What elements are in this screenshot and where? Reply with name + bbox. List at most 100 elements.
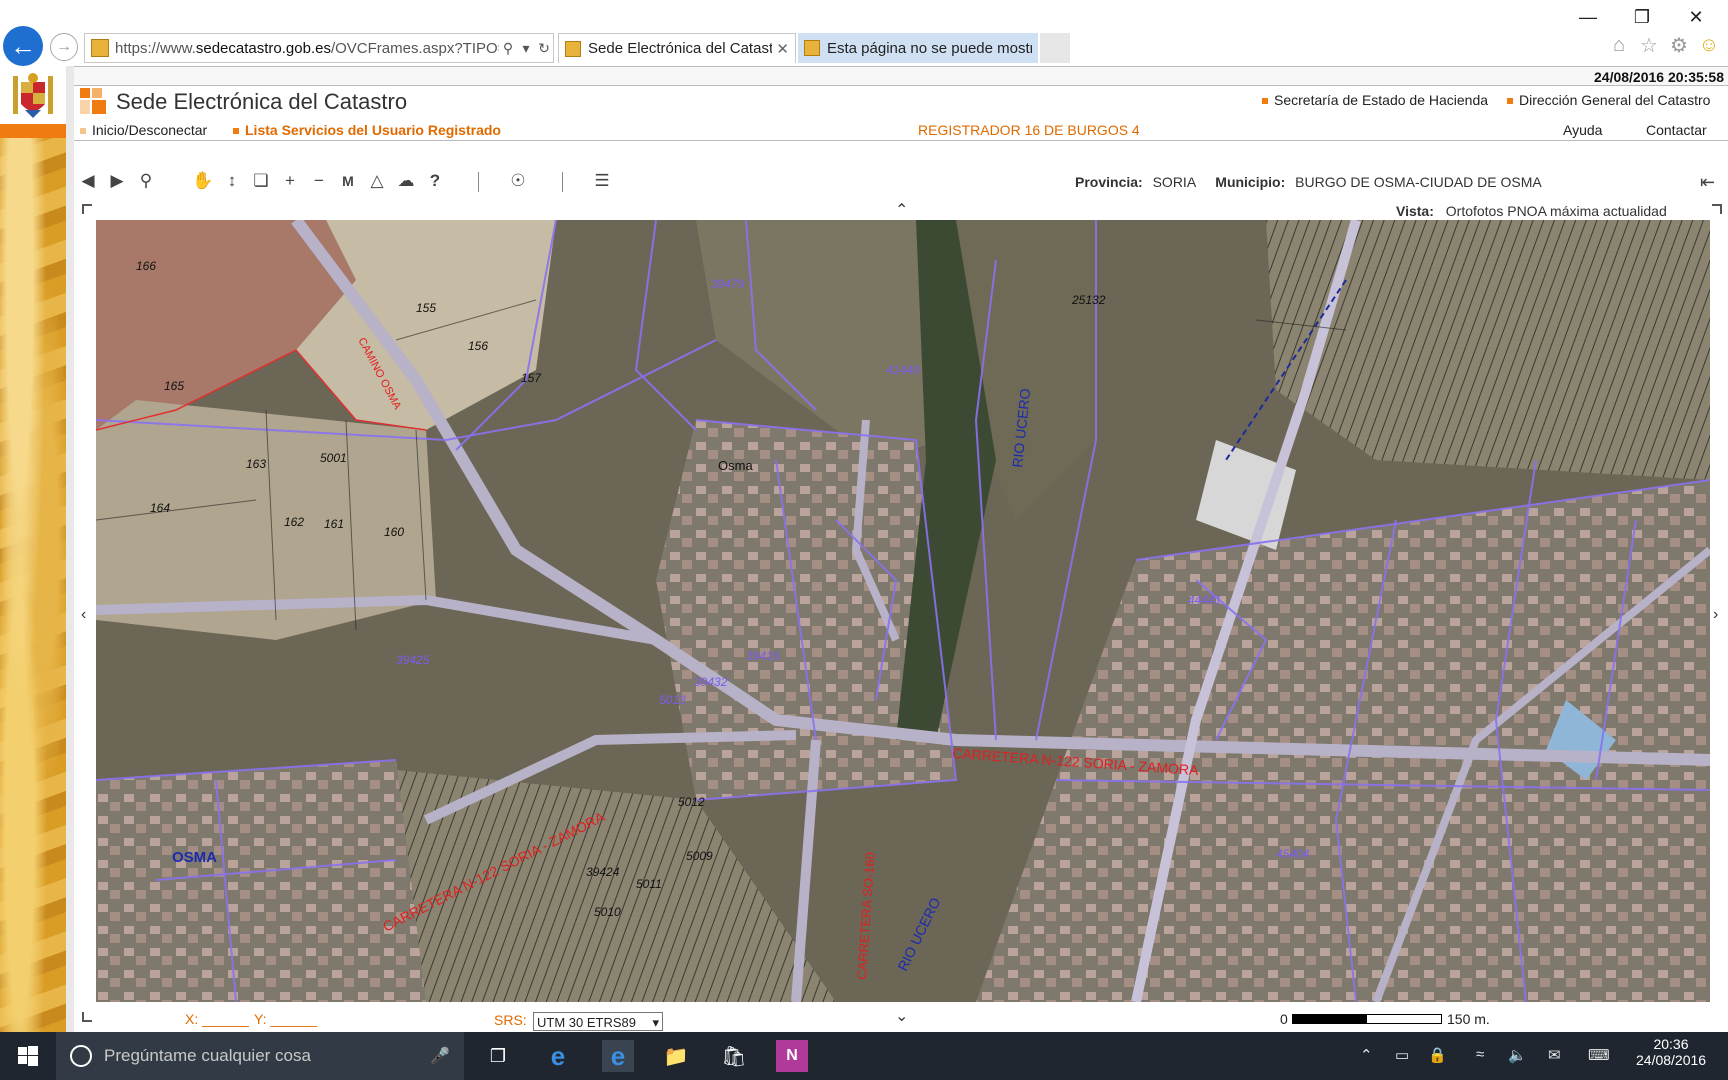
- pan-south-arrow[interactable]: ⌄: [895, 1006, 908, 1026]
- help-question-icon[interactable]: ?: [424, 170, 446, 192]
- task-view-icon[interactable]: ❐: [482, 1040, 514, 1072]
- show-hidden-icons[interactable]: ⌃: [1360, 1046, 1373, 1064]
- favorites-star-icon[interactable]: ☆: [1638, 34, 1660, 57]
- link-direccion-general[interactable]: Dirección General del Catastro: [1507, 92, 1710, 108]
- tooltip-icon[interactable]: ☁: [395, 170, 417, 192]
- parcel-label: 155: [416, 301, 436, 315]
- srs-label: SRS:: [494, 1012, 527, 1028]
- parcel-label: 5012: [678, 795, 705, 809]
- new-tab-button[interactable]: [1040, 33, 1070, 63]
- smiley-feedback-icon[interactable]: ☺: [1698, 34, 1720, 56]
- menu-login-logout[interactable]: Inicio/Desconectar: [80, 122, 207, 138]
- parcel-label: 5001: [320, 451, 347, 465]
- battery-icon[interactable]: ▭: [1395, 1046, 1409, 1064]
- volume-icon[interactable]: 🔈: [1508, 1046, 1527, 1064]
- forward-button[interactable]: →: [50, 33, 78, 61]
- close-window-button[interactable]: ✕: [1674, 4, 1718, 30]
- pan-west-arrow[interactable]: ‹: [81, 606, 86, 624]
- cortana-icon: [70, 1045, 92, 1067]
- internet-explorer-icon[interactable]: e: [602, 1040, 634, 1072]
- parcel-label: 166: [136, 259, 156, 273]
- menu-services-list[interactable]: Lista Servicios del Usuario Registrado: [233, 122, 501, 138]
- edge-icon[interactable]: e: [542, 1040, 574, 1072]
- zoom-search-icon[interactable]: ⚲: [135, 170, 157, 192]
- refresh-icon[interactable]: ↻: [535, 40, 553, 57]
- url-text: https://www.sedecatastro.gob.es/OVCFrame…: [115, 39, 499, 57]
- tab-label: Sede Electrónica del Catastro: [588, 40, 773, 57]
- taskbar-search-box[interactable]: Pregúntame cualquier cosa 🎤: [56, 1032, 464, 1080]
- parcel-label: 39425: [396, 653, 430, 667]
- zoom-in-icon[interactable]: +: [279, 170, 301, 192]
- parcel-label: 164: [150, 501, 170, 515]
- taskbar-clock[interactable]: 20:36 24/08/2016: [1636, 1036, 1706, 1068]
- side-divider: [66, 66, 74, 1032]
- layers-icon[interactable]: ☰: [591, 170, 613, 192]
- map-corner: [82, 204, 92, 214]
- menu-help[interactable]: Ayuda: [1563, 122, 1602, 138]
- parcel-label: 39432: [694, 675, 728, 689]
- map-corner: [1712, 204, 1722, 214]
- windows-start-icon[interactable]: [12, 1040, 44, 1072]
- clock-date: 24/08/2016: [1636, 1052, 1707, 1068]
- notifications-icon[interactable]: ✉: [1548, 1046, 1561, 1064]
- home-icon[interactable]: ⌂: [1608, 34, 1630, 56]
- next-view-icon[interactable]: ▶: [106, 170, 128, 192]
- link-secretaria[interactable]: Secretaría de Estado de Hacienda: [1262, 92, 1488, 108]
- parcel-label: 156: [468, 339, 488, 353]
- parcel-label: 163: [246, 457, 266, 471]
- restore-button[interactable]: ❐: [1620, 4, 1664, 30]
- exit-icon[interactable]: ⇤: [1700, 172, 1715, 193]
- parcel-label: 157: [521, 371, 542, 385]
- previous-view-icon[interactable]: ◀: [77, 170, 99, 192]
- zoom-level-icon[interactable]: ↕: [221, 170, 243, 192]
- wifi-icon[interactable]: ≈: [1476, 1046, 1484, 1063]
- settings-gear-icon[interactable]: ⚙: [1668, 34, 1690, 57]
- catastro-logo: [80, 88, 108, 116]
- store-icon[interactable]: 🛍: [718, 1040, 750, 1072]
- pan-hand-icon[interactable]: ✋: [192, 170, 214, 192]
- view-info: Vista: Ortofotos PNOA máxima actualidad: [1396, 203, 1667, 219]
- lock-icon[interactable]: 🔒: [1428, 1046, 1447, 1064]
- pan-north-arrow[interactable]: ⌃: [895, 200, 908, 220]
- datetime-text: 24/08/2016 20:35:58: [1594, 69, 1724, 85]
- close-tab-icon[interactable]: ✕: [776, 40, 789, 58]
- measure-icon[interactable]: M: [337, 170, 359, 192]
- parcel-label: 44441: [1188, 593, 1221, 607]
- area-icon[interactable]: △: [366, 170, 388, 192]
- spain-crest-logo: [6, 68, 60, 124]
- minimize-button[interactable]: —: [1566, 4, 1610, 30]
- place-label: Osma: [718, 458, 753, 473]
- parcel-label: 5010: [594, 905, 621, 919]
- scale-zero: 0: [1280, 1011, 1288, 1027]
- keyboard-icon[interactable]: ⌨: [1588, 1046, 1610, 1064]
- scale-value: 150 m.: [1447, 1011, 1490, 1027]
- datetime-bar: 24/08/2016 20:35:58: [74, 66, 1728, 86]
- x-coordinate-label: X: ______: [185, 1011, 249, 1027]
- srs-select[interactable]: UTM 30 ETRS89 ▾: [533, 1012, 663, 1031]
- onenote-icon[interactable]: N: [776, 1040, 808, 1072]
- search-icon[interactable]: ⚲: [499, 40, 517, 57]
- cadastral-map[interactable]: 166 155 156 157 165 163 164 162 161 160 …: [96, 220, 1710, 1002]
- parcel-label: 45404: [1276, 847, 1310, 861]
- zoom-out-icon[interactable]: −: [308, 170, 330, 192]
- parcel-label: 160: [384, 525, 404, 539]
- site-icon: [91, 39, 109, 57]
- tab-icon: [565, 40, 581, 57]
- y-coordinate-label: Y: ______: [254, 1011, 318, 1027]
- map-svg: 166 155 156 157 165 163 164 162 161 160 …: [96, 220, 1710, 1002]
- file-explorer-icon[interactable]: 📁: [660, 1040, 692, 1072]
- tab-catastro[interactable]: Sede Electrónica del Catastro ✕: [558, 33, 796, 63]
- brand[interactable]: Sede Electrónica del Catastro: [80, 86, 407, 118]
- microphone-icon[interactable]: 🎤: [430, 1046, 450, 1066]
- menu-contact[interactable]: Contactar: [1646, 122, 1707, 138]
- location-pin-icon[interactable]: ☉: [507, 170, 529, 192]
- clock-time: 20:36: [1653, 1036, 1689, 1052]
- dropdown-icon[interactable]: ▾: [517, 40, 535, 57]
- tab-error-page[interactable]: Esta página no se puede mostrar: [798, 33, 1038, 63]
- address-bar[interactable]: https://www.sedecatastro.gob.es/OVCFrame…: [84, 33, 554, 63]
- back-button[interactable]: ←: [3, 26, 43, 66]
- toolbar-separator: [562, 172, 563, 192]
- pan-east-arrow[interactable]: ›: [1713, 606, 1718, 624]
- tab-icon: [804, 40, 820, 56]
- zoom-box-icon[interactable]: ❏: [250, 170, 272, 192]
